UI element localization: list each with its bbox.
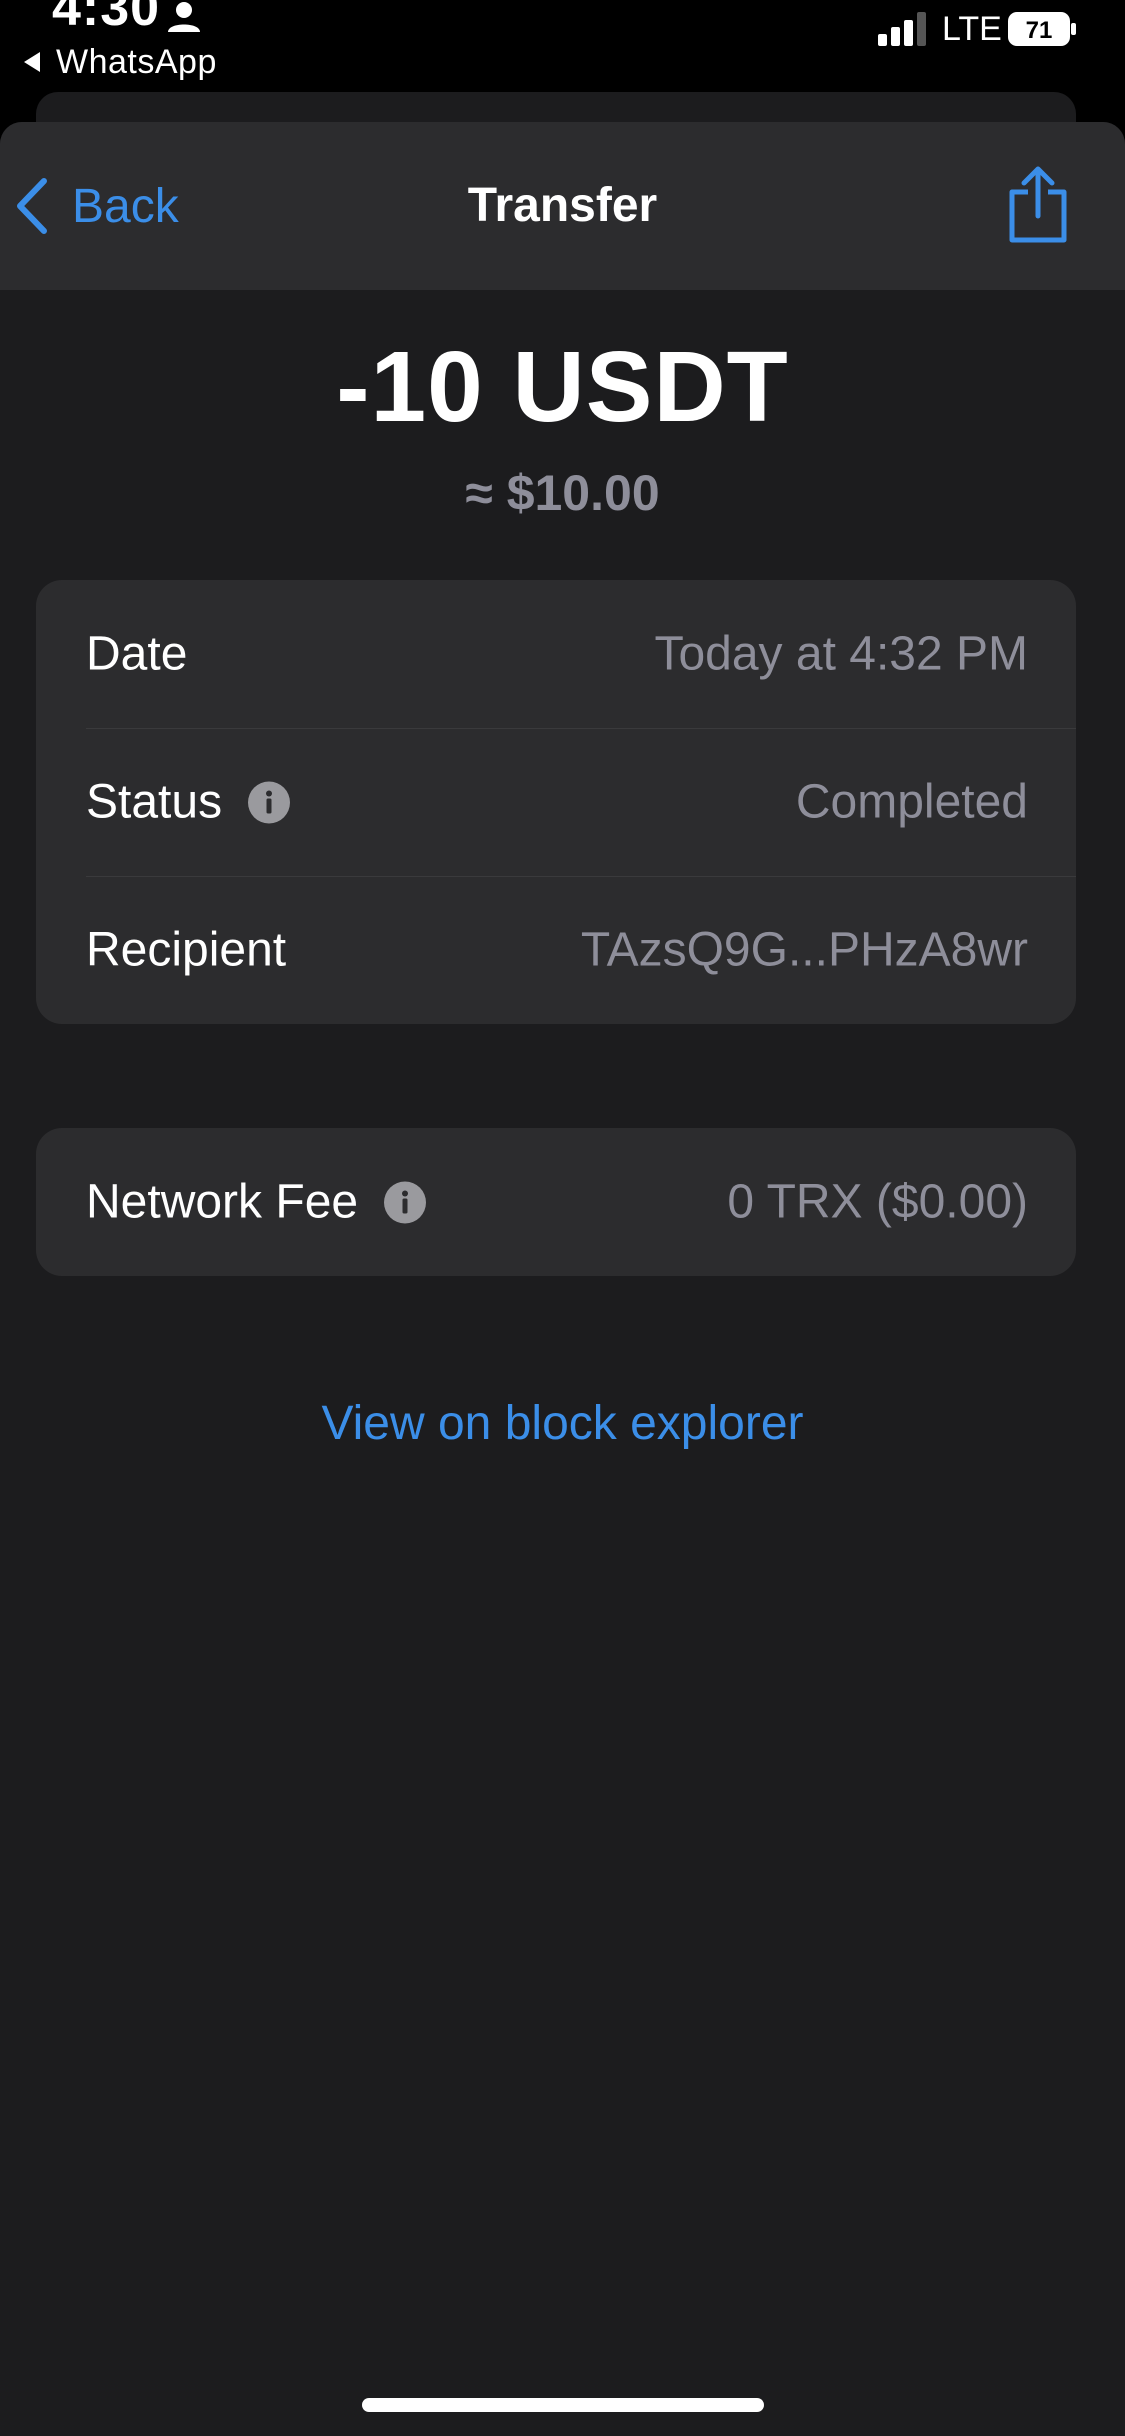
network-type: LTE xyxy=(942,10,1002,48)
home-indicator[interactable] xyxy=(362,2398,764,2412)
page-title: Transfer xyxy=(467,179,658,232)
screen: 4:30 WhatsApp LTE 71 Back Transfer -10 U… xyxy=(0,0,1125,2436)
recipient-label: Recipient xyxy=(86,923,286,978)
date-value: Today at 4:32 PM xyxy=(654,627,1028,681)
transfer-amount: -10 USDT xyxy=(336,331,789,443)
battery-level: 71 xyxy=(1026,17,1053,44)
signal-icon xyxy=(878,12,926,46)
view-block-explorer-link[interactable]: View on block explorer xyxy=(0,1396,1125,1451)
share-icon[interactable] xyxy=(1006,164,1070,244)
info-icon[interactable] xyxy=(248,781,291,823)
status-label: Status xyxy=(86,775,291,830)
recipient-address[interactable]: TAzsQ9G...PHzA8wr xyxy=(581,923,1028,978)
fee-row: Network Fee 0 TRX ($0.00) xyxy=(36,1128,1076,1276)
detail-row-status: Status Completed xyxy=(36,728,1076,876)
fee-value: 0 TRX ($0.00) xyxy=(727,1175,1028,1229)
navigation-bar: Back Transfer xyxy=(0,122,1125,290)
detail-row-date: Date Today at 4:32 PM xyxy=(36,580,1076,728)
details-card: Date Today at 4:32 PM Status Completed R… xyxy=(36,580,1076,1024)
fee-card: Network Fee 0 TRX ($0.00) xyxy=(36,1128,1076,1276)
status-label-text: Status xyxy=(86,775,223,829)
battery-icon: 71 xyxy=(1008,12,1076,46)
back-to-app-button[interactable]: WhatsApp xyxy=(24,40,217,84)
info-icon[interactable] xyxy=(384,1181,427,1223)
fiat-amount: ≈ $10.00 xyxy=(465,465,660,521)
person-icon xyxy=(168,2,200,32)
status-time: 4:30 xyxy=(52,0,161,37)
back-triangle-icon xyxy=(24,52,40,72)
transfer-sheet: Back Transfer -10 USDT ≈ $10.00 Date Tod… xyxy=(0,122,1125,2436)
fee-label: Network Fee xyxy=(86,1175,427,1230)
status-value: Completed xyxy=(795,775,1028,829)
fee-label-text: Network Fee xyxy=(86,1175,359,1229)
date-label: Date xyxy=(86,627,187,682)
date-label-text: Date xyxy=(86,627,188,681)
detail-row-recipient[interactable]: Recipient TAzsQ9G...PHzA8wr xyxy=(36,876,1076,1024)
back-app-label: WhatsApp xyxy=(56,42,217,81)
recipient-label-text: Recipient xyxy=(86,923,287,977)
